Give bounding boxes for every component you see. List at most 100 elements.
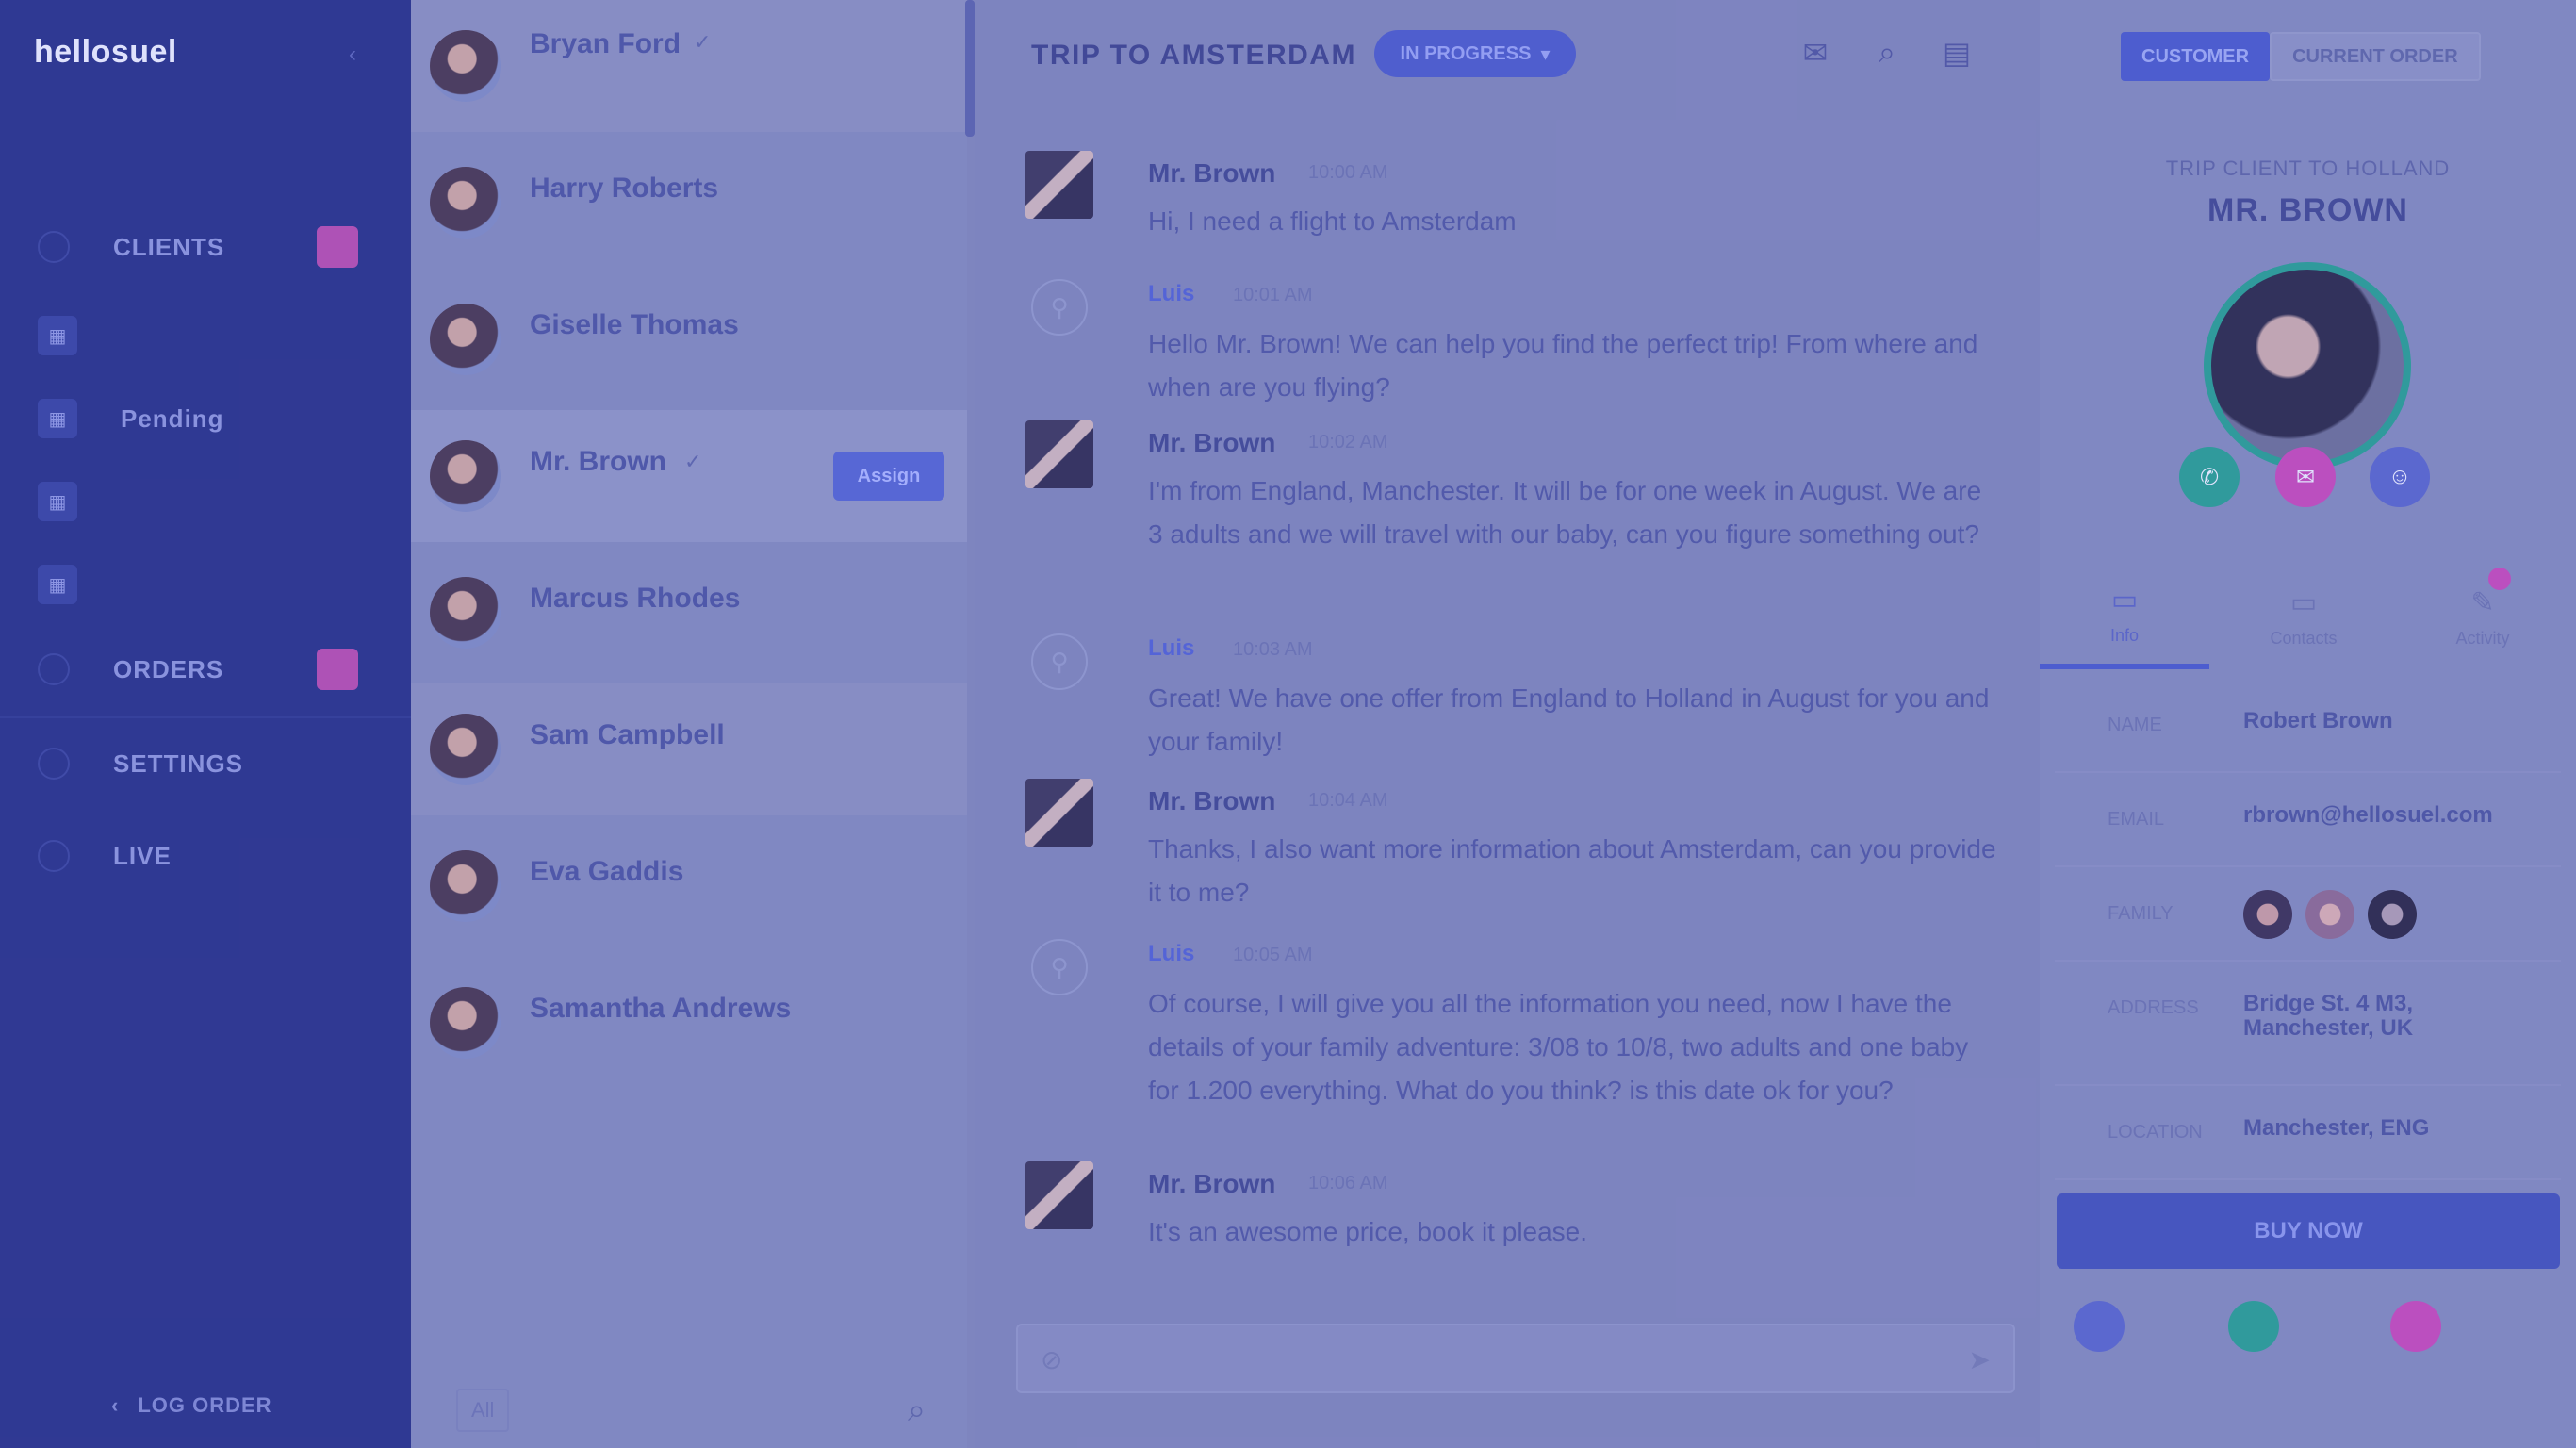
calendar-icon: ▦ bbox=[38, 316, 77, 355]
avatar bbox=[2228, 1301, 2279, 1352]
send-icon[interactable]: ➤ bbox=[1969, 1344, 1991, 1375]
message-time: 10:06 AM bbox=[1308, 1173, 1388, 1193]
conversation-item[interactable]: Bryan Ford ✓ bbox=[411, 0, 967, 132]
section-contacts[interactable]: ▭ Contacts bbox=[2219, 566, 2388, 669]
grid-icon[interactable]: ▤ bbox=[1936, 34, 1977, 72]
section-label: Info bbox=[2109, 626, 2140, 645]
section-label: Contacts bbox=[2270, 629, 2338, 648]
family-avatars bbox=[2243, 890, 2417, 939]
arrow-left-icon: ‹ bbox=[111, 1393, 120, 1417]
avatar bbox=[430, 987, 501, 1059]
avatar bbox=[430, 577, 501, 649]
info-tabs: CUSTOMER CURRENT ORDER bbox=[2121, 32, 2481, 81]
message-time: 10:00 AM bbox=[1308, 162, 1388, 183]
buy-now-button[interactable]: BUY NOW bbox=[2057, 1193, 2560, 1269]
avatar bbox=[1025, 420, 1093, 488]
conversation-list-footer: All ⌕ bbox=[411, 1373, 967, 1448]
avatar bbox=[1025, 1161, 1093, 1229]
message-time: 10:04 AM bbox=[1308, 790, 1388, 811]
contacts-icon: ▭ bbox=[2289, 587, 2318, 618]
nav-item-label: Pending bbox=[121, 403, 224, 433]
notification-badge bbox=[317, 649, 358, 690]
assign-button[interactable]: Assign bbox=[833, 452, 944, 501]
agent-chip[interactable] bbox=[2074, 1301, 2202, 1352]
divider bbox=[0, 716, 411, 718]
mail-icon[interactable]: ✉ bbox=[1795, 34, 1836, 72]
conversation-item-active[interactable]: Mr. Brown ✓ Assign bbox=[411, 410, 967, 542]
client-caption: TRIP CLIENT TO HOLLAND bbox=[2165, 156, 2451, 180]
conversation-item[interactable]: Eva Gaddis bbox=[411, 820, 967, 952]
gear-icon bbox=[38, 748, 70, 780]
agent-chip[interactable] bbox=[2228, 1301, 2356, 1352]
section-info[interactable]: ▭ Info bbox=[2040, 566, 2209, 669]
avatar bbox=[1025, 779, 1093, 847]
message-author: Mr. Brown bbox=[1148, 786, 1276, 815]
agent-chip[interactable] bbox=[2390, 1301, 2519, 1352]
search-icon[interactable]: ⌕ bbox=[1866, 34, 1908, 72]
client-photo bbox=[2204, 262, 2411, 469]
avatar bbox=[2390, 1301, 2441, 1352]
conversation-item[interactable]: Sam Campbell bbox=[411, 683, 967, 815]
field-value: Manchester, ENG bbox=[2243, 1115, 2430, 1141]
live-icon bbox=[38, 840, 70, 872]
field-value: Bridge St. 4 M3, Manchester, UK bbox=[2243, 991, 2414, 1041]
tab-customer[interactable]: CUSTOMER bbox=[2121, 32, 2271, 81]
orders-icon bbox=[38, 653, 70, 685]
avatar bbox=[430, 714, 501, 785]
nav-item-label: LIVE bbox=[113, 841, 172, 870]
message-author: Mr. Brown bbox=[1148, 158, 1276, 188]
nav-item-4[interactable]: ▦ bbox=[38, 473, 386, 530]
contact-name: Marcus Rhodes bbox=[530, 583, 741, 614]
attachment-icon[interactable]: ⊘ bbox=[1041, 1344, 1062, 1375]
message-text: I'm from England, Manchester. It will be… bbox=[1148, 476, 1982, 549]
avatar bbox=[430, 304, 501, 375]
nav-item-settings[interactable]: SETTINGS bbox=[38, 735, 386, 792]
scrollbar[interactable] bbox=[965, 0, 975, 137]
conversation-item[interactable]: Harry Roberts bbox=[411, 137, 967, 269]
contact-name: Samantha Andrews bbox=[530, 993, 792, 1024]
phone-icon[interactable]: ✆ bbox=[2179, 447, 2240, 507]
field-label: FAMILY bbox=[2108, 903, 2174, 924]
conversation-item[interactable]: Marcus Rhodes bbox=[411, 547, 967, 679]
nav-item-5[interactable]: ▦ bbox=[38, 556, 386, 613]
calendar-icon: ▦ bbox=[38, 399, 77, 438]
client-info-panel: CUSTOMER CURRENT ORDER TRIP CLIENT TO HO… bbox=[2040, 0, 2576, 1448]
notification-dot bbox=[2488, 568, 2511, 590]
message-input[interactable]: ⊘ ➤ bbox=[1016, 1324, 2015, 1393]
message-text: It's an awesome price, book it please. bbox=[1148, 1217, 1588, 1246]
message-author: Luis bbox=[1148, 941, 1195, 966]
status-badge[interactable]: IN PROGRESS ▾ bbox=[1374, 30, 1576, 77]
field-label: NAME bbox=[2108, 715, 2162, 735]
message-text: Great! We have one offer from England to… bbox=[1148, 683, 1990, 756]
check-icon: ✓ bbox=[684, 450, 702, 473]
field-label: LOCATION bbox=[2108, 1122, 2203, 1143]
message-author: Mr. Brown bbox=[1148, 428, 1276, 457]
bot-icon: ⚲ bbox=[1031, 939, 1088, 996]
user-icon[interactable]: ☺ bbox=[2370, 447, 2430, 507]
logout-label: LOG ORDER bbox=[138, 1393, 272, 1417]
conversation-item[interactable]: Giselle Thomas bbox=[411, 273, 967, 405]
nav-item-orders[interactable]: ORDERS bbox=[38, 641, 386, 698]
nav-item-clients[interactable]: CLIENTS bbox=[38, 219, 386, 275]
bot-icon: ⚲ bbox=[1031, 279, 1088, 336]
conversation-list: Bryan Ford ✓ Harry Roberts Giselle Thoma… bbox=[411, 0, 967, 1448]
sidebar-nav: hellosuel ‹ CLIENTS ▦ ▦ Pending ▦ ▦ ORDE… bbox=[0, 0, 411, 1448]
filter-dropdown[interactable]: All bbox=[456, 1389, 510, 1432]
avatar bbox=[2074, 1301, 2125, 1352]
nav-item-2[interactable]: ▦ bbox=[38, 307, 386, 364]
message-time: 10:01 AM bbox=[1233, 285, 1313, 305]
tab-current-order[interactable]: CURRENT ORDER bbox=[2270, 32, 2481, 81]
logout-button[interactable]: ‹ LOG ORDER bbox=[111, 1393, 272, 1418]
collapse-icon[interactable]: ‹ bbox=[349, 41, 373, 67]
search-icon[interactable]: ⌕ bbox=[908, 1392, 926, 1429]
nav-item-pending[interactable]: ▦ Pending bbox=[38, 390, 386, 447]
activity-icon: ✎ bbox=[2470, 587, 2495, 618]
info-field-address: ADDRESS Bridge St. 4 M3, Manchester, UK bbox=[2055, 963, 2561, 1086]
nav-item-live[interactable]: LIVE bbox=[38, 828, 386, 884]
message-text: Thanks, I also want more information abo… bbox=[1148, 834, 1996, 907]
info-field-name: NAME Robert Brown bbox=[2055, 681, 2561, 773]
section-activity[interactable]: ✎ Activity bbox=[2398, 566, 2568, 669]
conversation-item[interactable]: Samantha Andrews bbox=[411, 957, 967, 1089]
chat-icon[interactable]: ✉ bbox=[2275, 447, 2336, 507]
avatar bbox=[430, 30, 501, 102]
